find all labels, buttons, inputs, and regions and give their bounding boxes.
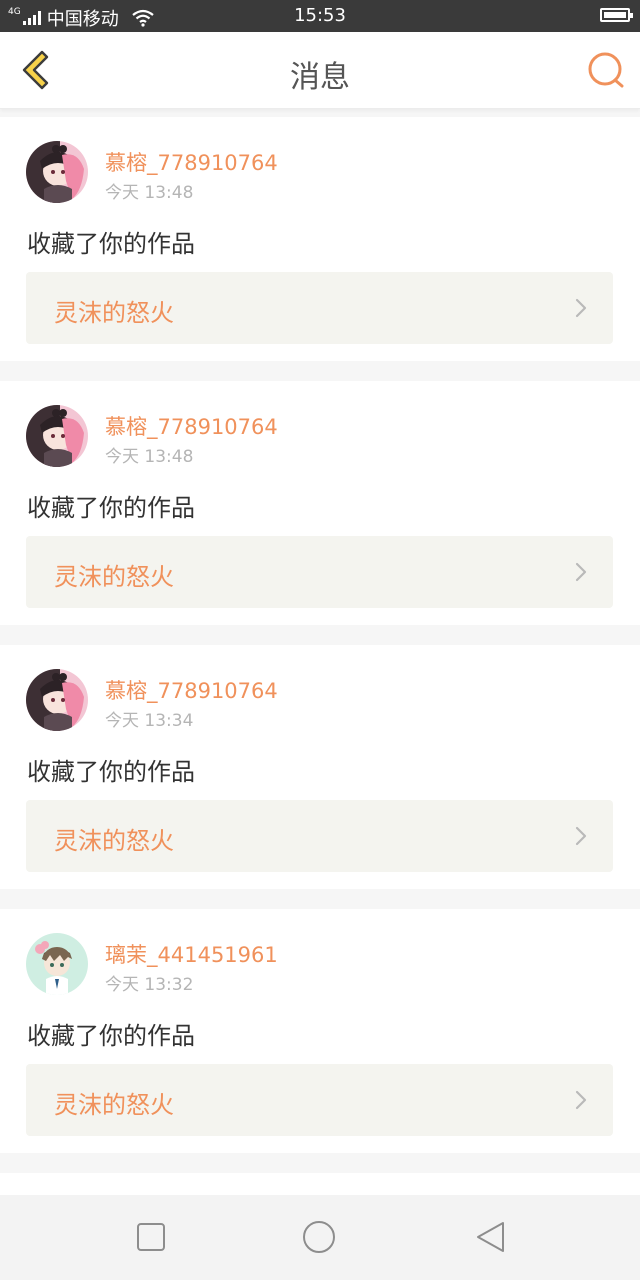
search-icon[interactable] (586, 50, 626, 90)
message-time: 今天 13:34 (105, 711, 194, 731)
page-title: 消息 (290, 60, 350, 95)
message-card: 慕榕_778910764 今天 13:48 收藏了你的作品 灵沫的怒火 (0, 117, 640, 361)
username[interactable]: 璃茉_441451961 (105, 939, 278, 969)
message-time: 今天 13:48 (105, 447, 194, 467)
message-action-text: 收藏了你的作品 (27, 494, 195, 522)
avatar-pink-hair-girl-icon (26, 669, 88, 731)
username[interactable]: 慕榕_778910764 (105, 675, 278, 705)
home-icon[interactable] (301, 1219, 337, 1255)
message-card: 璃茉_441451961 今天 13:32 收藏了你的作品 灵沫的怒火 (0, 909, 640, 1153)
username[interactable]: 慕榕_778910764 (105, 147, 278, 177)
work-title: 灵沫的怒火 (54, 563, 174, 591)
message-card: 慕榕_778910764 今天 13:34 收藏了你的作品 灵沫的怒火 (0, 645, 640, 889)
status-time: 15:53 (294, 5, 346, 26)
message-action-text: 收藏了你的作品 (27, 1022, 195, 1050)
avatar[interactable] (26, 141, 88, 203)
back-triangle-icon[interactable] (472, 1219, 508, 1255)
message-list: 慕榕_778910764 今天 13:48 收藏了你的作品 灵沫的怒火 慕榕_7… (0, 117, 640, 1233)
work-title: 灵沫的怒火 (54, 299, 174, 327)
recent-apps-icon[interactable] (133, 1219, 169, 1255)
avatar-pink-hair-girl-icon (26, 141, 88, 203)
avatar[interactable] (26, 933, 88, 995)
avatar-pink-hair-girl-icon (26, 405, 88, 467)
avatar-green-anime-boy-icon (26, 933, 88, 995)
work-link[interactable]: 灵沫的怒火 (26, 536, 613, 608)
message-time: 今天 13:32 (105, 975, 194, 995)
username[interactable]: 慕榕_778910764 (105, 411, 278, 441)
chevron-right-icon (575, 298, 587, 318)
status-bar: 4G 中国移动 15:53 (0, 0, 640, 32)
work-link[interactable]: 灵沫的怒火 (26, 272, 613, 344)
work-link[interactable]: 灵沫的怒火 (26, 1064, 613, 1136)
message-action-text: 收藏了你的作品 (27, 758, 195, 786)
work-link[interactable]: 灵沫的怒火 (26, 800, 613, 872)
message-time: 今天 13:48 (105, 183, 194, 203)
work-title: 灵沫的怒火 (54, 1091, 174, 1119)
avatar[interactable] (26, 669, 88, 731)
header-bar: 消息 (0, 32, 640, 109)
chevron-right-icon (575, 562, 587, 582)
system-nav-bar (0, 1195, 640, 1280)
work-title: 灵沫的怒火 (54, 827, 174, 855)
avatar[interactable] (26, 405, 88, 467)
battery-icon (600, 8, 633, 22)
message-action-text: 收藏了你的作品 (27, 230, 195, 258)
message-card: 慕榕_778910764 今天 13:48 收藏了你的作品 灵沫的怒火 (0, 381, 640, 625)
chevron-right-icon (575, 1090, 587, 1110)
chevron-right-icon (575, 826, 587, 846)
